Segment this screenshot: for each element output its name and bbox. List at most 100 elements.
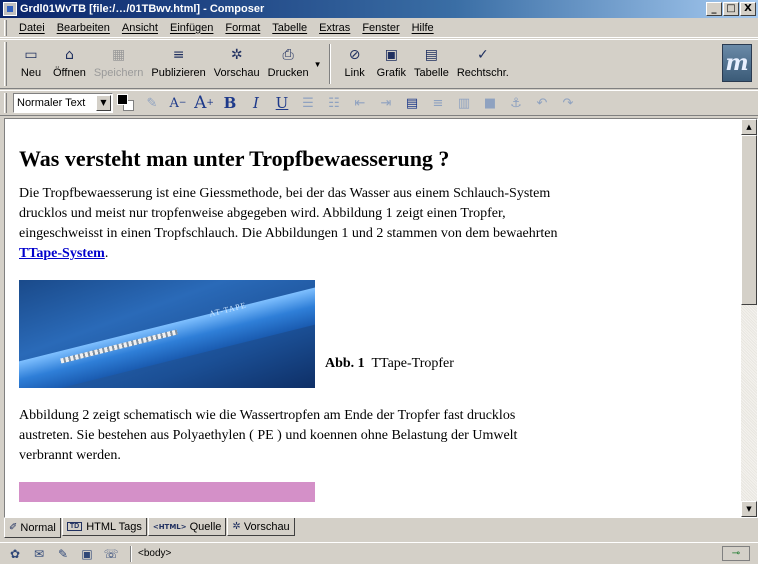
tab-normal-label: Normal (20, 521, 56, 534)
bullet-list-icon[interactable]: ☰ (295, 92, 321, 114)
foreground-color-swatch[interactable] (117, 94, 128, 105)
anchor-icon[interactable]: ⚓ (503, 92, 529, 114)
close-button[interactable]: X (740, 2, 756, 16)
spellcheck-button-label: Rechtschr. (456, 67, 509, 79)
italic-icon[interactable]: I (243, 92, 269, 114)
composer-app-icon[interactable] (3, 2, 17, 16)
ttape-dripper-image[interactable]: AT-TAPE (19, 280, 315, 388)
image-button-label: Grafik (376, 67, 406, 79)
new-file-icon: ▭ (24, 47, 38, 63)
toolbar-separator (328, 44, 331, 84)
composer-icon[interactable]: ✎ (52, 546, 74, 562)
tab-preview[interactable]: ✲ Vorschau (227, 518, 295, 536)
publish-button-label: Publizieren (151, 67, 206, 79)
document-content[interactable]: Was versteht man unter Tropfbewaesserung… (19, 119, 739, 502)
bold-icon[interactable]: B (217, 92, 243, 114)
redo-icon[interactable]: ↷ (555, 92, 581, 114)
publish-icon: ≡ (172, 47, 185, 63)
justify-icon[interactable]: ■ (477, 92, 503, 114)
menu-fenster[interactable]: Fenster (356, 19, 405, 37)
tab-html-tags-label: HTML Tags (86, 520, 142, 533)
font-smaller-glyph: A (169, 95, 179, 111)
mail-icon[interactable]: ✉ (28, 546, 50, 562)
preview-tab-icon: ✲ (232, 521, 241, 532)
text-color-picker[interactable] (117, 94, 135, 112)
tab-normal[interactable]: ✐ Normal (4, 518, 61, 538)
document-heading: Was versteht man unter Tropfbewaesserung… (19, 146, 450, 171)
print-icon: ⎙ (282, 47, 294, 63)
figure-1: AT-TAPE Abb. 1 TTape-Tropfer (19, 280, 739, 388)
link-button[interactable]: ⊘ Link (337, 42, 373, 86)
scrollbar-thumb[interactable] (741, 135, 757, 305)
mozilla-logo[interactable]: m (722, 44, 752, 82)
chevron-down-icon[interactable]: ▼ (96, 95, 111, 111)
align-center-icon[interactable]: ≡ (425, 92, 451, 114)
vertical-scrollbar[interactable]: ▲ ▼ (741, 119, 757, 517)
outdent-icon[interactable]: ⇤ (347, 92, 373, 114)
tab-source-label: Quelle (189, 520, 222, 533)
publish-button[interactable]: ≡ Publizieren (147, 42, 209, 86)
current-tag-indicator[interactable]: <body> (138, 548, 171, 559)
image-button[interactable]: ▣ Grafik (373, 42, 410, 86)
link-icon: ⊘ (348, 47, 361, 63)
chat-icon[interactable]: ☏ (100, 546, 122, 562)
title-bar: Grdl01WvTB [file:/…/01TBwv.html] - Compo… (0, 0, 758, 18)
tab-preview-label: Vorschau (243, 520, 290, 533)
scroll-down-button[interactable]: ▼ (741, 501, 757, 517)
save-button[interactable]: ▦ Speichern (90, 42, 148, 86)
maximize-button[interactable]: □ (723, 2, 739, 16)
print-button[interactable]: ⎙ Drucken (264, 42, 313, 86)
pencil-icon: ✐ (9, 522, 18, 533)
navigator-icon[interactable]: ✿ (4, 546, 26, 562)
indent-icon[interactable]: ⇥ (373, 92, 399, 114)
highlight-icon[interactable]: ✎ (139, 92, 165, 114)
link-button-label: Link (344, 67, 365, 79)
preview-button-label: Vorschau (213, 67, 260, 79)
document-editor[interactable]: Was versteht man unter Tropfbewaesserung… (4, 118, 758, 518)
preview-button[interactable]: ✲ Vorschau (210, 42, 264, 86)
paragraph-style-value: Normaler Text (17, 97, 86, 109)
menu-hilfe[interactable]: Hilfe (406, 19, 440, 37)
table-icon: ▤ (424, 47, 439, 63)
open-folder-icon: ⌂ (64, 47, 74, 63)
menu-bearbeiten[interactable]: Bearbeiten (51, 19, 116, 37)
font-larger-icon[interactable]: A + (191, 92, 217, 114)
minimize-button[interactable]: _ (706, 2, 722, 16)
menu-einfuegen[interactable]: Einfügen (164, 19, 219, 37)
menu-extras[interactable]: Extras (313, 19, 356, 37)
formatbar-grip[interactable] (4, 93, 7, 113)
menu-datei[interactable]: Datei (13, 19, 51, 37)
table-button[interactable]: ▤ Tabelle (410, 42, 453, 86)
tab-source[interactable]: <HTML> Quelle (147, 518, 227, 536)
paragraph-intro: Die Tropfbewaesserung ist eine Giessmeth… (19, 184, 559, 264)
menu-tabelle[interactable]: Tabelle (266, 19, 313, 37)
menu-format[interactable]: Format (219, 19, 266, 37)
paragraph-intro-end: . (104, 246, 109, 261)
tab-html-tags[interactable]: TD HTML Tags (61, 518, 147, 536)
underline-icon[interactable]: U (269, 92, 295, 114)
numbered-list-icon[interactable]: ☷ (321, 92, 347, 114)
print-dropdown-button[interactable]: ▼ (313, 42, 323, 86)
ttape-system-link[interactable]: TTape-System (19, 246, 105, 261)
paragraph-style-select[interactable]: Normaler Text ▼ (13, 93, 113, 113)
menu-ansicht[interactable]: Ansicht (116, 19, 164, 37)
status-bar: ✿ ✉ ✎ ▣ ☏ <body> ⊸ (0, 542, 758, 564)
open-button[interactable]: ⌂ Öffnen (49, 42, 90, 86)
save-icon: ▦ (111, 47, 126, 63)
align-left-icon[interactable]: ▤ (399, 92, 425, 114)
spellcheck-button[interactable]: ✓ Rechtschr. (453, 42, 513, 86)
align-right-icon[interactable]: ▥ (451, 92, 477, 114)
scroll-up-button[interactable]: ▲ (741, 119, 757, 135)
undo-icon[interactable]: ↶ (529, 92, 555, 114)
new-button-label: Neu (20, 67, 42, 79)
menubar-grip[interactable] (4, 19, 7, 36)
toolbar-grip[interactable] (4, 42, 7, 86)
new-button[interactable]: ▭ Neu (13, 42, 49, 86)
font-smaller-icon[interactable]: A − (165, 92, 191, 114)
open-button-label: Öffnen (53, 67, 86, 79)
figure-2-image[interactable] (19, 482, 315, 502)
connection-icon[interactable]: ⊸ (722, 546, 750, 561)
menu-bar: Datei Bearbeiten Ansicht Einfügen Format… (0, 18, 758, 38)
address-book-icon[interactable]: ▣ (76, 546, 98, 562)
paragraph-intro-text: Die Tropfbewaesserung ist eine Giessmeth… (19, 186, 558, 241)
